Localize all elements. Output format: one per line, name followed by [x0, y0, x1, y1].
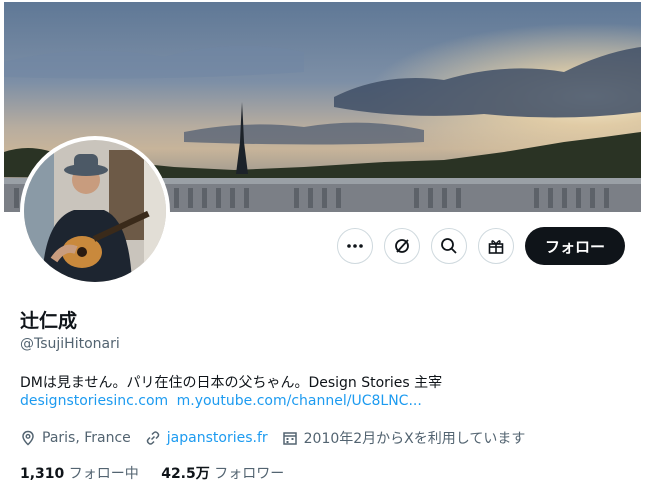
display-name: 辻仁成 [20, 310, 78, 332]
search-button[interactable] [431, 228, 467, 264]
followers-count: 42.5万 [161, 466, 210, 482]
joined-item: 2010年2月からXを利用しています [282, 428, 526, 448]
follow-stats: 1,310 フォロー中 42.5万 フォロワー [20, 463, 302, 483]
follow-button[interactable]: フォロー [525, 227, 625, 265]
link-icon [146, 431, 160, 445]
website-item[interactable]: japanstories.fr [145, 430, 268, 446]
grok-icon [395, 239, 409, 253]
profile-actions: フォロー [0, 227, 645, 267]
bio-text: DMは見ません。パリ在住の日本の父ちゃん。Design Stories 主宰 [20, 375, 443, 391]
gift-button[interactable] [478, 228, 514, 264]
bio-link-designstories[interactable]: designstoriesinc.com [20, 393, 168, 409]
gift-icon [488, 240, 504, 254]
user-handle: @TsujiHitonari [20, 336, 120, 352]
location-item: Paris, France [20, 430, 131, 446]
location-text: Paris, France [42, 430, 131, 446]
following-label: フォロー中 [68, 466, 139, 482]
grok-button[interactable] [384, 228, 420, 264]
followers-stat[interactable]: 42.5万 フォロワー [161, 466, 284, 482]
following-count: 1,310 [20, 466, 65, 482]
bio-link-youtube[interactable]: m.youtube.com/channel/UC8LNC... [177, 393, 422, 409]
search-icon [441, 238, 457, 254]
following-stat[interactable]: 1,310 フォロー中 [20, 466, 143, 482]
followers-label: フォロワー [214, 466, 285, 482]
more-icon [347, 244, 363, 248]
profile-meta: Paris, France japanstories.fr 2010年2月からX… [20, 428, 539, 448]
calendar-icon [282, 432, 297, 445]
joined-text: 2010年2月からXを利用しています [303, 431, 526, 447]
bio-links: designstoriesinc.com m.youtube.com/chann… [20, 393, 426, 409]
website-link[interactable]: japanstories.fr [167, 430, 268, 446]
more-button[interactable] [337, 228, 373, 264]
location-pin-icon [22, 430, 34, 446]
